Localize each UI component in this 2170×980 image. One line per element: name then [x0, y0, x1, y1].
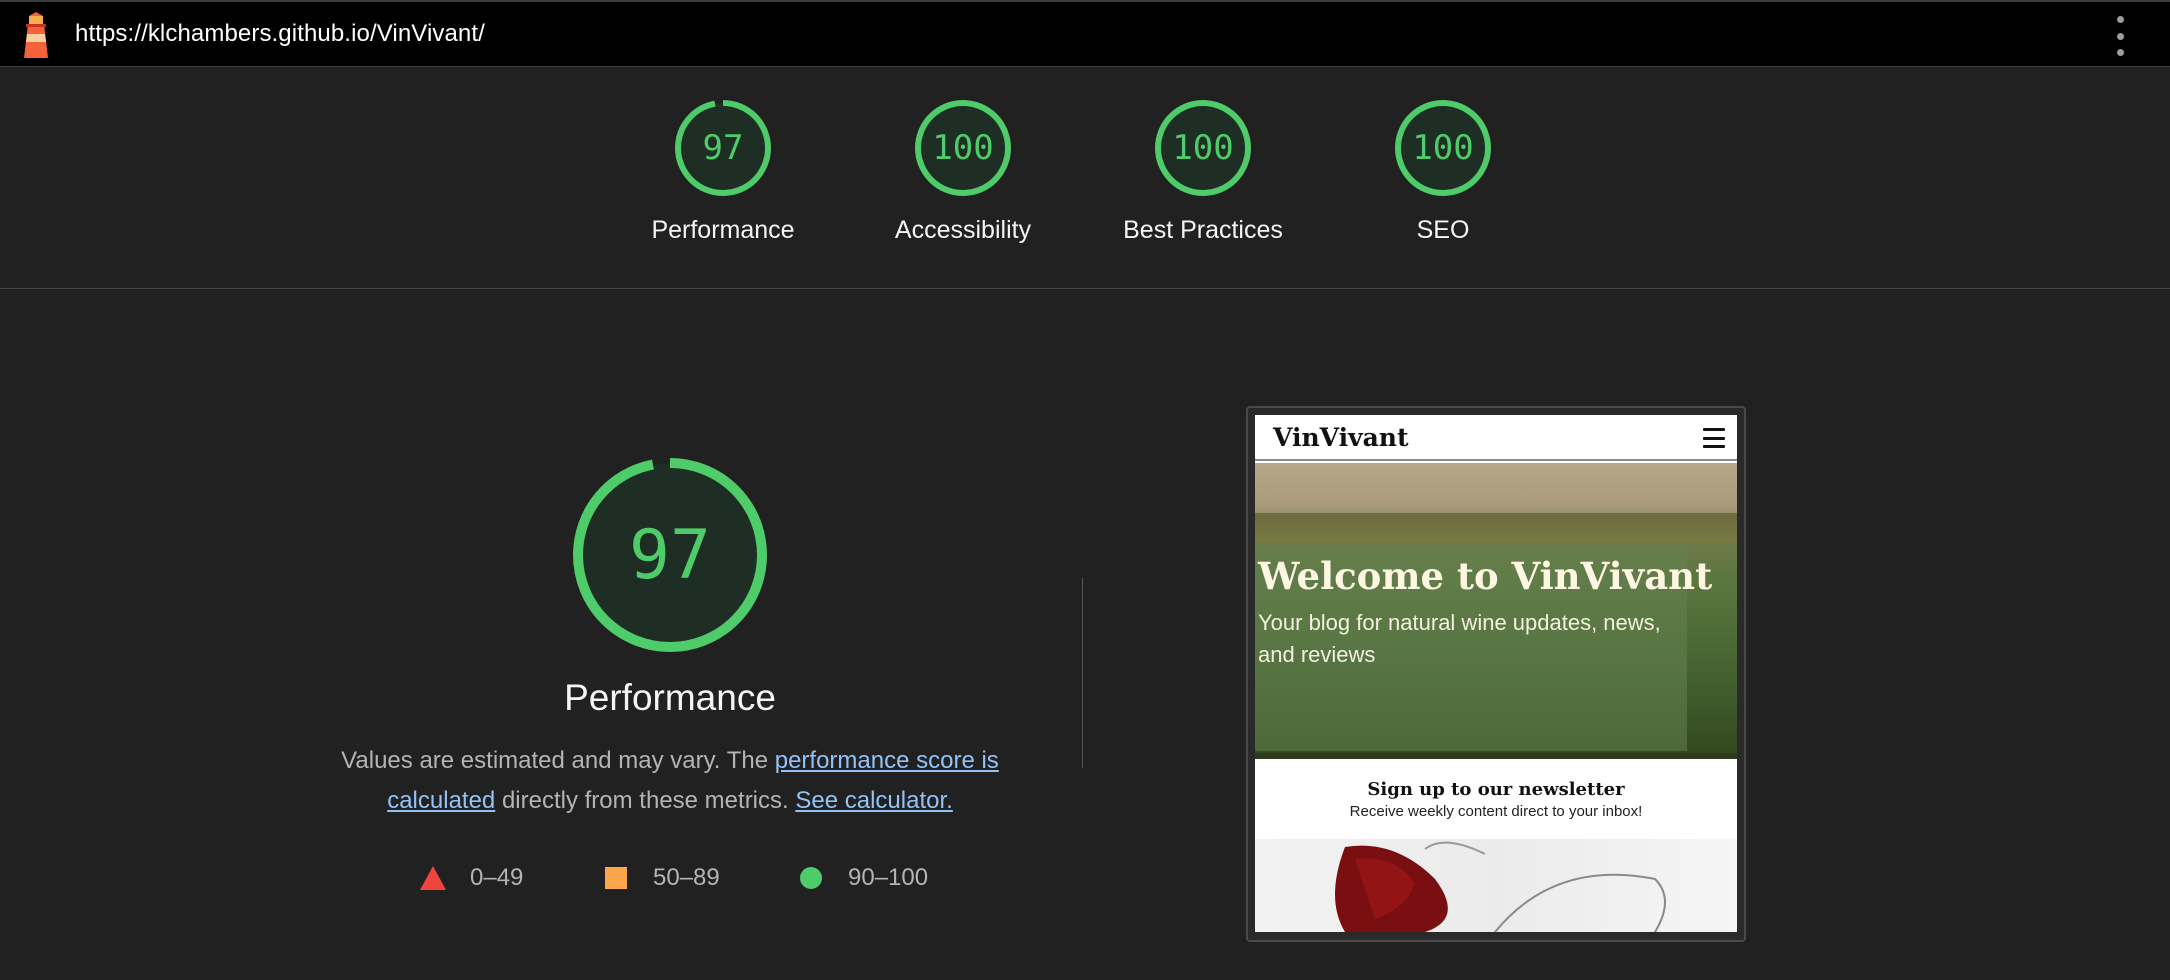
- performance-large-gauge-icon: 97: [573, 458, 767, 652]
- score-label: Accessibility: [894, 216, 1032, 244]
- triangle-icon: [420, 866, 446, 890]
- performance-title: Performance: [564, 677, 776, 718]
- performance-gauge-icon: 97: [675, 100, 771, 196]
- hero-image: Welcome to VinVivant Your blog for natur…: [1255, 463, 1737, 753]
- score-best-practices[interactable]: 100 Best Practices: [1093, 98, 1313, 245]
- score-legend: 0–49 50–89 90–100: [420, 864, 940, 894]
- score-label: Best Practices: [1123, 216, 1283, 244]
- score-accessibility[interactable]: 100 Accessibility: [853, 98, 1073, 245]
- svg-text:100: 100: [1172, 128, 1233, 168]
- wine-glass-image: [1255, 839, 1737, 932]
- accessibility-gauge-icon: 100: [915, 100, 1011, 196]
- hamburger-icon: [1703, 428, 1725, 448]
- lighthouse-icon: [24, 12, 48, 58]
- site-header: VinVivant: [1255, 415, 1737, 461]
- newsletter-subtitle: Receive weekly content direct to your in…: [1349, 803, 1643, 820]
- score-performance[interactable]: 97 Performance: [613, 98, 833, 245]
- circle-icon: [800, 867, 822, 889]
- hero-subtitle: Your blog for natural wine updates, news…: [1258, 610, 1661, 667]
- wine-glass-icon: [1335, 841, 1666, 932]
- hero-overlay: Welcome to VinVivant Your blog for natur…: [1255, 545, 1712, 751]
- best-practices-gauge-icon: 100: [1155, 100, 1251, 196]
- see-calculator-link[interactable]: See calculator.: [795, 787, 952, 814]
- newsletter-banner: Sign up to our newsletter Receive weekly…: [1255, 753, 1737, 839]
- final-screenshot: Welcome to VinVivant Your blog for natur…: [1246, 406, 1746, 942]
- top-bar: https://klchambers.github.io/VinVivant/: [0, 0, 2170, 67]
- legend-average: 50–89: [605, 864, 720, 892]
- performance-score: 97: [629, 516, 711, 595]
- score-seo[interactable]: 100 SEO: [1333, 98, 1553, 245]
- score-summary: 97 Performance 100 Accessibility 100 Bes…: [0, 68, 2170, 289]
- screenshot-frame: Welcome to VinVivant Your blog for natur…: [1255, 415, 1737, 932]
- square-icon: [605, 867, 627, 889]
- more-options-icon[interactable]: [2110, 16, 2130, 56]
- svg-text:97: 97: [703, 128, 744, 168]
- page-url[interactable]: https://klchambers.github.io/VinVivant/: [75, 20, 485, 48]
- score-label: Performance: [651, 216, 795, 244]
- section-divider: [1082, 578, 1083, 768]
- seo-gauge-icon: 100: [1395, 100, 1491, 196]
- svg-text:100: 100: [1412, 128, 1473, 168]
- legend-pass: 90–100: [800, 864, 928, 892]
- svg-text:100: 100: [932, 128, 993, 168]
- legend-fail: 0–49: [420, 864, 523, 892]
- performance-section: 97 Performance Values are estimated and …: [330, 455, 1010, 821]
- performance-description: Values are estimated and may vary. The p…: [341, 747, 999, 814]
- site-brand: VinVivant: [1273, 423, 1409, 452]
- hero-title: Welcome to VinVivant: [1258, 554, 1713, 598]
- newsletter-title: Sign up to our newsletter: [1367, 779, 1625, 800]
- score-label: SEO: [1416, 216, 1470, 244]
